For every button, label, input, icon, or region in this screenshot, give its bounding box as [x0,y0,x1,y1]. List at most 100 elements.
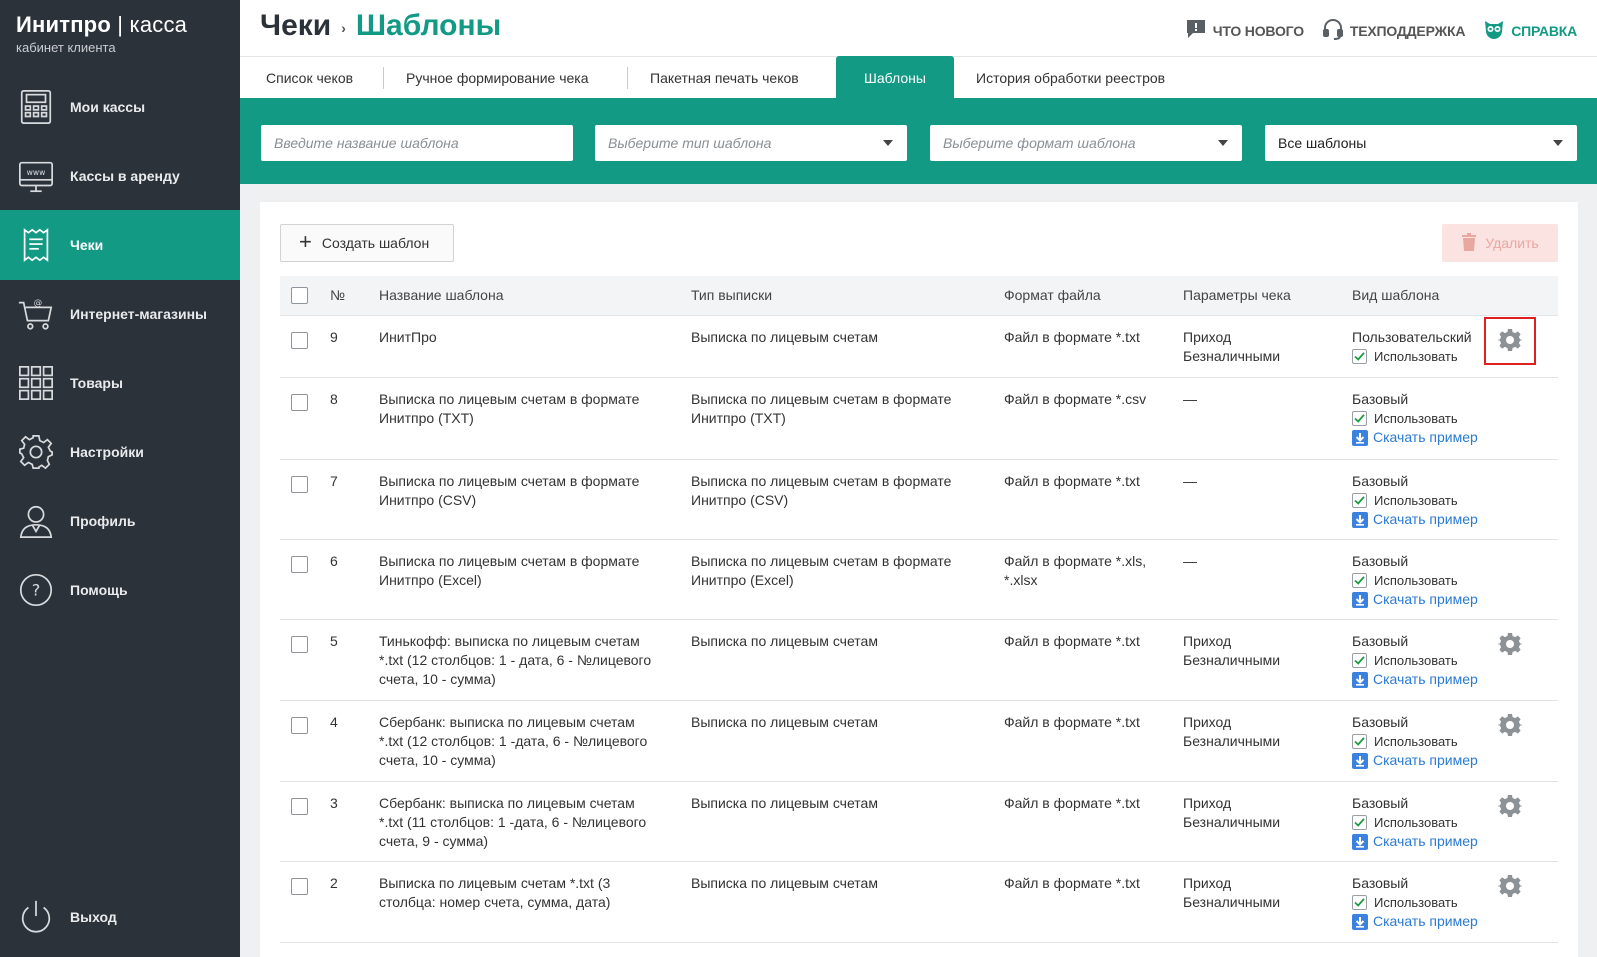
download-sample-link[interactable]: Скачать пример [1352,832,1502,851]
row-settings-gear-icon[interactable] [1497,713,1523,737]
checkmark-icon [1352,573,1367,588]
table-body: 9 ИнитПро Выписка по лицевым счетам Файл в … [280,316,1558,943]
template-type-select[interactable]: Выберите тип шаблона [595,125,907,161]
row-checkbox[interactable] [291,878,308,895]
template-name: Выписка по лицевым счетам в формате Инитп… [379,473,640,508]
row-checkbox[interactable] [291,476,308,493]
table-row[interactable]: 6 Выписка по лицевым счетам в формате Инит… [280,540,1558,620]
download-sample-link[interactable]: Скачать пример [1352,428,1502,447]
use-toggle[interactable]: Использовать [1352,409,1502,428]
row-checkbox[interactable] [291,394,308,411]
table-row[interactable]: 8 Выписка по лицевым счетам в формате Инит… [280,378,1558,460]
template-format-select[interactable]: Выберите формат шаблона [930,125,1242,161]
breadcrumb-root[interactable]: Чеки [260,9,331,43]
table-row[interactable]: 3 Сбербанк: выписка по лицевым счетам *.tx… [280,782,1558,862]
column-header-type[interactable]: Тип выписки [691,287,772,303]
sidebar-item-profile[interactable]: Профиль [0,486,240,556]
use-toggle[interactable]: Использовать [1352,571,1502,590]
help-link[interactable]: Справка [1483,18,1577,43]
table-row[interactable]: 5 Тинькофф: выписка по лицевым счетам *.tx… [280,620,1558,701]
sidebar-item-label: Товары [70,375,123,391]
power-icon [16,897,56,937]
whats-new-link[interactable]: Что нового [1185,18,1304,43]
create-template-button[interactable]: + Создать шаблон [280,224,454,262]
sidebar-item-settings[interactable]: Настройки [0,417,240,487]
tab-templates[interactable]: Шаблоны [836,56,954,99]
cash-register-icon [16,87,56,127]
row-settings-gear-icon[interactable] [1497,874,1523,898]
use-toggle[interactable]: Использовать [1352,813,1502,832]
file-format: Файл в формате *.txt [1004,633,1140,649]
template-name: Выписка по лицевым счетам *.txt (3 столбц… [379,875,611,910]
tab-receipts-list[interactable]: Список чеков [244,57,375,99]
use-toggle[interactable]: Использовать [1352,732,1502,751]
tab-registry-history[interactable]: История обработки реестров [954,57,1187,99]
table-row[interactable]: 2 Выписка по лицевым счетам *.txt (3 столб… [280,862,1558,943]
receipt-params: — [1183,391,1197,407]
use-toggle[interactable]: Использовать [1352,347,1502,366]
svg-text:@: @ [34,298,43,308]
statement-type: Выписка по лицевым счетам в формате Инитп… [691,553,952,588]
column-header-params[interactable]: Параметры чека [1183,287,1291,303]
use-toggle[interactable]: Использовать [1352,893,1502,912]
receipt-icon [16,225,56,265]
use-toggle[interactable]: Использовать [1352,491,1502,510]
row-checkbox[interactable] [291,636,308,653]
download-sample-link[interactable]: Скачать пример [1352,670,1502,689]
checkmark-icon [1352,653,1367,668]
logout-button[interactable]: Выход [0,882,240,952]
news-icon [1185,18,1207,43]
template-kind: Базовый Использовать Скачать пример [1352,794,1502,851]
receipt-params: Приход Безналичными [1183,875,1281,910]
column-header-name[interactable]: Название шаблона [379,287,504,303]
table-row[interactable]: 9 ИнитПро Выписка по лицевым счетам Файл в … [280,316,1558,378]
row-settings-gear-icon[interactable] [1497,632,1523,656]
template-name-input[interactable]: Введите название шаблона [261,125,573,161]
row-number: 8 [330,391,338,407]
logout-label: Выход [70,909,117,925]
checkmark-icon [1352,493,1367,508]
download-icon [1352,671,1368,688]
sidebar-item-online-stores[interactable]: @ Интернет-магазины [0,279,240,349]
checkmark-icon [1352,349,1367,364]
row-number: 4 [330,714,338,730]
template-name: Сбербанк: выписка по лицевым счетам *.txt… [379,714,648,768]
template-scope-select[interactable]: Все шаблоны [1265,125,1577,161]
tab-batch-print[interactable]: Пакетная печать чеков [628,57,821,99]
statement-type: Выписка по лицевым счетам [691,714,878,730]
support-link[interactable]: Техподдержка [1322,18,1465,43]
row-number: 9 [330,329,338,345]
tab-manual-receipt[interactable]: Ручное формирование чека [384,57,611,99]
download-sample-link[interactable]: Скачать пример [1352,751,1502,770]
row-checkbox[interactable] [291,798,308,815]
template-kind: Базовый Использовать Скачать пример [1352,552,1502,609]
use-toggle[interactable]: Использовать [1352,651,1502,670]
row-number: 7 [330,473,338,489]
sidebar-item-receipts[interactable]: Чеки [0,210,240,280]
select-all-checkbox[interactable] [291,287,308,304]
download-sample-link[interactable]: Скачать пример [1352,510,1502,529]
delete-button[interactable]: Удалить [1442,224,1558,262]
download-sample-link[interactable]: Скачать пример [1352,912,1502,931]
row-checkbox[interactable] [291,556,308,573]
sidebar-item-my-registers[interactable]: Мои кассы [0,72,240,142]
template-kind: Пользовательский Использовать [1352,328,1502,366]
sidebar-item-help[interactable]: ? Помощь [0,555,240,625]
row-checkbox[interactable] [291,717,308,734]
table-row[interactable]: 4 Сбербанк: выписка по лицевым счетам *.tx… [280,701,1558,782]
brand[interactable]: Инитпро | касса кабинет клиента [0,0,240,70]
table-row[interactable]: 7 Выписка по лицевым счетам в формате Инит… [280,460,1558,540]
row-settings-gear-icon[interactable] [1497,794,1523,818]
chevron-down-icon [1553,140,1563,146]
column-header-format[interactable]: Формат файла [1004,287,1101,303]
column-header-num[interactable]: № [330,287,345,303]
sidebar-item-rent-registers[interactable]: www Кассы в аренду [0,141,240,211]
row-checkbox[interactable] [291,332,308,349]
column-header-kind[interactable]: Вид шаблона [1352,287,1439,303]
breadcrumb: Чеки › Шаблоны [260,9,501,43]
sidebar-item-label: Интернет-магазины [70,306,208,322]
sidebar-item-products[interactable]: Товары [0,348,240,418]
gear-icon [16,432,56,472]
question-icon: ? [16,570,56,610]
download-sample-link[interactable]: Скачать пример [1352,590,1502,609]
